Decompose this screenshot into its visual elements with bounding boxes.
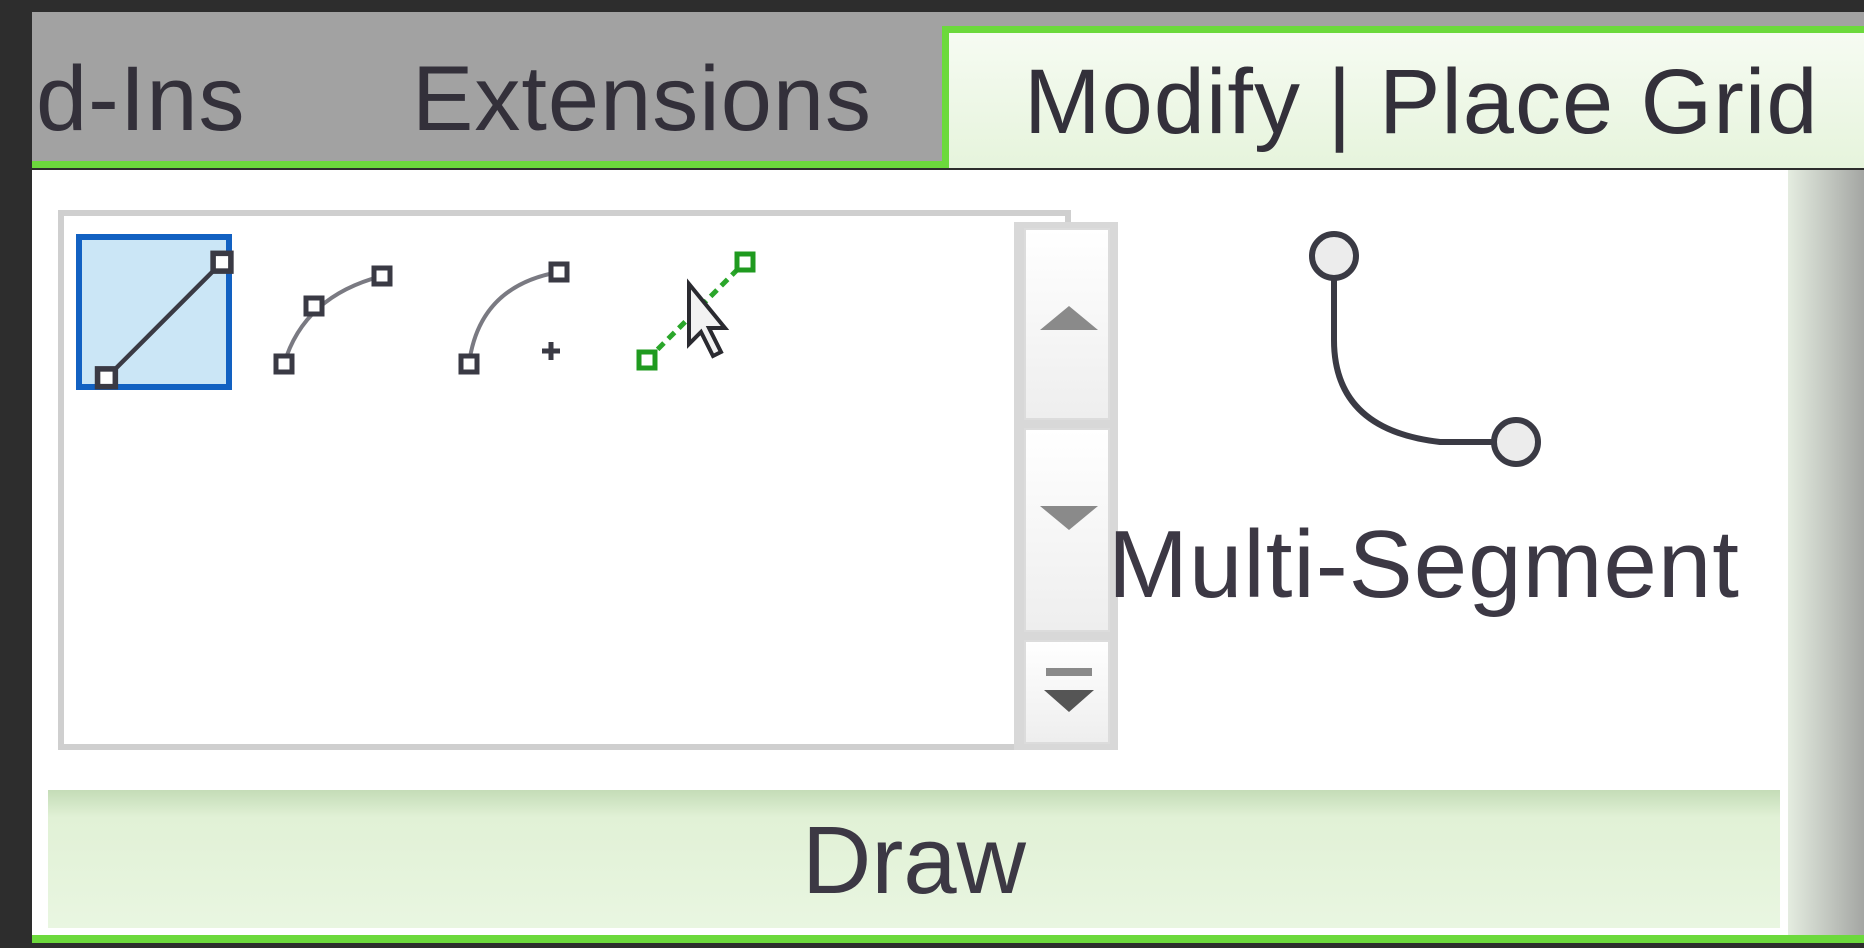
panel-bottom-border [32, 935, 1864, 943]
line-icon [94, 250, 234, 390]
center-ends-arc-button[interactable] [439, 236, 599, 396]
gallery-scroll [1014, 222, 1118, 750]
tab-add-ins[interactable]: d-Ins [36, 44, 246, 154]
multi-segment-label: Multi-Segment [1108, 511, 1740, 618]
pick-lines-icon [636, 251, 756, 371]
draw-panel-title: Draw [801, 807, 1026, 914]
tab-extensions[interactable]: Extensions [412, 44, 872, 154]
multi-segment-icon [1309, 231, 1541, 467]
scroll-down-icon [1040, 506, 1098, 530]
scroll-up-button[interactable] [1024, 228, 1110, 420]
line-tool-button[interactable] [76, 234, 234, 390]
draw-panel-footer[interactable]: Draw [48, 790, 1780, 928]
start-end-radius-arc-icon [273, 265, 393, 375]
tab-divider [32, 161, 948, 168]
draw-tool-gallery [58, 210, 1118, 750]
scroll-down-button[interactable] [1024, 428, 1110, 632]
center-ends-arc-icon [458, 261, 570, 375]
tab-modify-place-grid-label: Modify | Place Grid [1024, 51, 1819, 153]
expand-gallery-button[interactable] [1024, 640, 1110, 744]
pick-lines-button[interactable] [617, 236, 777, 396]
panel-right-shade [1788, 170, 1864, 935]
tab-modify-place-grid[interactable]: Modify | Place Grid [942, 26, 1864, 168]
expand-gallery-icon [1044, 668, 1094, 712]
start-end-radius-arc-button[interactable] [264, 236, 424, 396]
scroll-up-icon [1040, 306, 1098, 330]
